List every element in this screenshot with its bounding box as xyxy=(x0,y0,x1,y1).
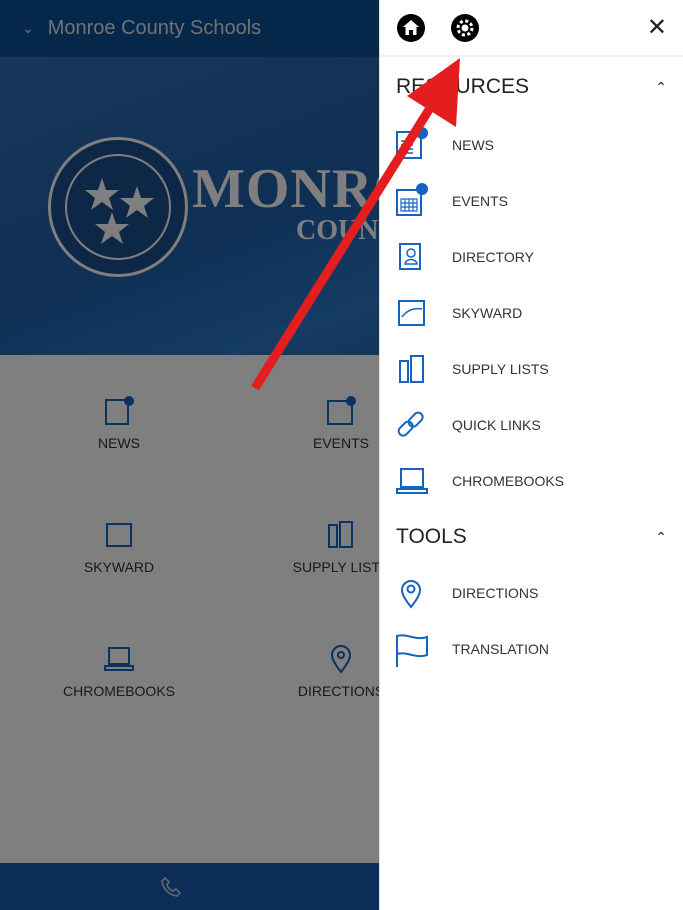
close-icon[interactable]: ✕ xyxy=(647,16,667,40)
skyward-icon xyxy=(396,297,452,329)
drawer-item-quick-links[interactable]: QUICK LINKS xyxy=(380,397,683,453)
side-drawer: ✕ RESOURCES ⌃ NEWS EVENTS DIRECTORY SKYW… xyxy=(379,0,683,910)
section-tools-header[interactable]: TOOLS ⌃ xyxy=(380,509,683,565)
drawer-item-directory[interactable]: DIRECTORY xyxy=(380,229,683,285)
pencil-ruler-icon xyxy=(396,353,452,385)
drawer-item-directions[interactable]: DIRECTIONS xyxy=(380,565,683,621)
drawer-item-chromebooks[interactable]: CHROMEBOOKS xyxy=(380,453,683,509)
drawer-item-supply-lists[interactable]: SUPPLY LISTS xyxy=(380,341,683,397)
newspaper-icon xyxy=(396,127,452,161)
contact-book-icon xyxy=(396,241,452,273)
settings-gear-icon[interactable] xyxy=(450,13,480,43)
drawer-item-news[interactable]: NEWS xyxy=(380,117,683,173)
tools-list: DIRECTIONS TRANSLATION xyxy=(380,565,683,677)
section-resources-header[interactable]: RESOURCES ⌃ xyxy=(380,57,683,117)
map-pin-icon xyxy=(396,577,452,609)
drawer-item-translation[interactable]: TRANSLATION xyxy=(380,621,683,677)
drawer-item-events[interactable]: EVENTS xyxy=(380,173,683,229)
calendar-icon xyxy=(396,183,452,217)
laptop-icon xyxy=(396,465,452,497)
drawer-item-skyward[interactable]: SKYWARD xyxy=(380,285,683,341)
home-icon[interactable] xyxy=(396,13,426,43)
link-icon xyxy=(396,409,452,441)
flag-icon xyxy=(396,633,452,667)
chevron-up-icon[interactable]: ⌃ xyxy=(655,529,667,546)
chevron-up-icon[interactable]: ⌃ xyxy=(655,79,667,96)
resources-list: NEWS EVENTS DIRECTORY SKYWARD SUPPLY LIS… xyxy=(380,117,683,509)
